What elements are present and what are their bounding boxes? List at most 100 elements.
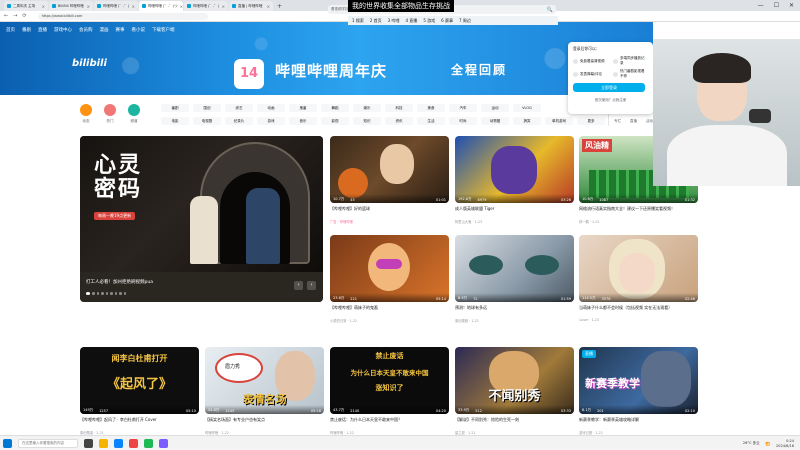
- nav-item[interactable]: 会员购: [79, 27, 93, 33]
- video-card[interactable]: 23.6万 221 05:14 【哔哩哔哩】萌妹子的鬼畜 小梁的日常 · 1-22: [330, 235, 449, 323]
- reload-button[interactable]: ⟳: [22, 13, 26, 19]
- channel-chip[interactable]: 生活: [417, 117, 445, 125]
- dynamic-icon[interactable]: [80, 104, 92, 116]
- weather-widget[interactable]: 26°C 多云: [743, 441, 760, 446]
- windows-start-icon[interactable]: [3, 438, 12, 448]
- video-card[interactable]: 114.5万 3576 02:46 当萌妹子什么都不会时候（包括视频 实在无法观看）…: [579, 235, 698, 322]
- video-title[interactable]: 【解说】不同别秀：惊险的生死一刻: [455, 417, 574, 428]
- hot-icon[interactable]: [104, 104, 116, 116]
- video-thumbnail[interactable]: 10.7万 45 01:01: [330, 136, 449, 203]
- tab-close-icon[interactable]: ×: [132, 4, 135, 9]
- video-thumbnail[interactable]: 眉力秀 表情名场 24.8万 1243 05:18: [205, 347, 324, 414]
- video-title[interactable]: 预测！地球有多远: [455, 305, 574, 316]
- video-title[interactable]: 【哔哩哔哩】好的篮球: [330, 206, 449, 217]
- video-title[interactable]: 成人版英雄联盟 Tiger: [455, 206, 574, 217]
- maximize-button[interactable]: ☐: [774, 2, 779, 9]
- tab-close-icon[interactable]: ×: [222, 4, 225, 9]
- video-card[interactable]: 不闻别秀 33.9万 512 03:33 【解说】不同别秀：惊险的生死一刻 星之夏 …: [455, 347, 574, 435]
- carousel-dot[interactable]: [92, 292, 95, 295]
- video-title[interactable]: 网络流行语真实指南大全！建议一下还原爆笑看视频！: [579, 206, 698, 217]
- browser-icon[interactable]: [114, 438, 123, 448]
- channel-chip[interactable]: 电影: [161, 117, 189, 125]
- channel-chip[interactable]: 单机游戏: [545, 117, 573, 125]
- tab-close-icon[interactable]: ×: [267, 4, 270, 9]
- channel-chip[interactable]: 资讯: [385, 117, 413, 125]
- channel-chip[interactable]: 娱乐: [353, 104, 381, 112]
- channel-chip[interactable]: 音乐: [289, 117, 317, 125]
- carousel-dot[interactable]: [86, 292, 90, 295]
- forward-button[interactable]: →: [13, 13, 17, 19]
- channel-chip[interactable]: 动画: [257, 104, 285, 112]
- network-icon[interactable]: 📶: [766, 442, 770, 446]
- carousel-dot[interactable]: [119, 292, 122, 295]
- video-card[interactable]: 眉力秀 表情名场 24.8万 1243 05:18 【搞笑名场面】有专业户也有笑点 …: [205, 347, 324, 435]
- channel-chip[interactable]: 电视剧: [193, 117, 221, 125]
- extra-link[interactable]: 活动: [646, 119, 653, 124]
- hot-item[interactable]: 2 首页: [370, 18, 382, 24]
- channel-chip[interactable]: 时尚: [449, 117, 477, 125]
- channel-chip[interactable]: 动物圈: [481, 117, 509, 125]
- more-channels-button[interactable]: 更多: [577, 117, 605, 125]
- carousel-next-button[interactable]: ›: [307, 281, 316, 290]
- nav-item[interactable]: 赛事: [116, 27, 125, 33]
- video-thumbnail[interactable]: 8.9万 72 01:59: [455, 235, 574, 302]
- video-meta[interactable]: 广告 · 哔哩哔哩: [330, 219, 449, 224]
- channel-chip[interactable]: VLOG: [513, 104, 541, 112]
- video-meta[interactable]: 阿里山大鬼 · 1-23: [455, 219, 574, 224]
- carousel-dot[interactable]: [110, 292, 113, 295]
- channel-chip[interactable]: 国创: [193, 104, 221, 112]
- video-title[interactable]: 新赛季教学：新赛季英雄攻略详解: [579, 417, 698, 428]
- app-icon[interactable]: [144, 438, 153, 448]
- video-thumbnail[interactable]: 192.8万 8979 03:26: [455, 136, 574, 203]
- nav-item[interactable]: 番剧: [22, 27, 31, 33]
- channel-chip[interactable]: 汽车: [449, 104, 477, 112]
- bilibili-logo[interactable]: bilibili: [72, 58, 107, 69]
- hot-item[interactable]: 1 搜索: [352, 18, 364, 24]
- nav-item[interactable]: 下载客户端: [152, 27, 175, 33]
- video-thumbnail[interactable]: 不闻别秀 33.9万 512 03:33: [455, 347, 574, 414]
- video-card[interactable]: 10.7万 45 01:01 【哔哩哔哩】好的篮球 广告 · 哔哩哔哩: [330, 136, 449, 224]
- close-window-button[interactable]: ✕: [789, 2, 794, 9]
- video-title[interactable]: 【搞笑名场面】有专业户也有笑点: [205, 417, 324, 428]
- video-title[interactable]: 【哔哩哔哩】起风了 · 李白杜甫打开 Cover: [80, 417, 199, 428]
- channel-chip[interactable]: 运动: [481, 104, 509, 112]
- video-thumbnail[interactable]: 直播 新赛季教学 8.1万 201 02:10: [579, 347, 698, 414]
- carousel-prev-button[interactable]: ‹: [294, 281, 303, 290]
- carousel-dot[interactable]: [101, 292, 104, 295]
- clock[interactable]: 0:24 2024/6/16: [776, 439, 794, 448]
- channel-chip[interactable]: 科技: [385, 104, 413, 112]
- channel-chip[interactable]: 搞笑: [513, 117, 541, 125]
- tab-close-icon[interactable]: ×: [42, 4, 45, 9]
- file-explorer-icon[interactable]: [99, 438, 108, 448]
- hero-carousel[interactable]: 心灵 密码 每周一晚19点更新 打工人必看！加州拒绝刷视频pua ‹ ›: [80, 136, 323, 302]
- url-field[interactable]: https://www.bilibili.com: [37, 12, 208, 20]
- channel-chip[interactable]: 鬼畜: [289, 104, 317, 112]
- channel-chip[interactable]: 知识: [353, 117, 381, 125]
- video-title[interactable]: 【哔哩哔哩】萌妹子的鬼畜: [330, 305, 449, 316]
- app-icon[interactable]: [129, 438, 138, 448]
- video-meta[interactable]: Coser · 1-23: [579, 318, 698, 322]
- extra-link[interactable]: 直播: [630, 119, 637, 124]
- video-card[interactable]: 直播 新赛季教学 8.1万 201 02:10 新赛季教学：新赛季英雄攻略详解 游戏…: [579, 347, 698, 435]
- carousel-dot[interactable]: [114, 292, 117, 295]
- nav-item[interactable]: 首页: [6, 27, 15, 33]
- carousel-dot[interactable]: [96, 292, 99, 295]
- video-card[interactable]: 禁止废话 为什么日本天皇不敢来中国 涨知识了 43.7万 2140 04:20 禁止…: [330, 347, 449, 435]
- tab-close-icon[interactable]: ×: [180, 4, 183, 9]
- browser-tab[interactable]: 直播 | 哔哩哔哩 ×: [229, 1, 273, 11]
- channel-icon[interactable]: [128, 104, 140, 116]
- channel-chip[interactable]: 综艺: [225, 104, 253, 112]
- login-button[interactable]: 立即登录: [573, 83, 645, 92]
- minimize-button[interactable]: —: [758, 2, 764, 9]
- video-meta[interactable]: 林一鹏 · 1-22: [579, 219, 698, 224]
- nav-item[interactable]: 漫画: [100, 27, 109, 33]
- channel-chip[interactable]: 美食: [417, 104, 445, 112]
- nav-item[interactable]: 看小说: [132, 27, 146, 33]
- video-thumbnail[interactable]: 23.6万 221 05:14: [330, 235, 449, 302]
- channel-chip[interactable]: 番剧: [161, 104, 189, 112]
- carousel-caption[interactable]: 打工人必看！加州拒绝刷视频pua: [86, 279, 153, 285]
- hot-item[interactable]: 5 游戏: [423, 18, 435, 24]
- task-view-icon[interactable]: [84, 438, 93, 448]
- hot-item[interactable]: 4 直播: [405, 18, 417, 24]
- channel-chip[interactable]: 影视: [321, 117, 349, 125]
